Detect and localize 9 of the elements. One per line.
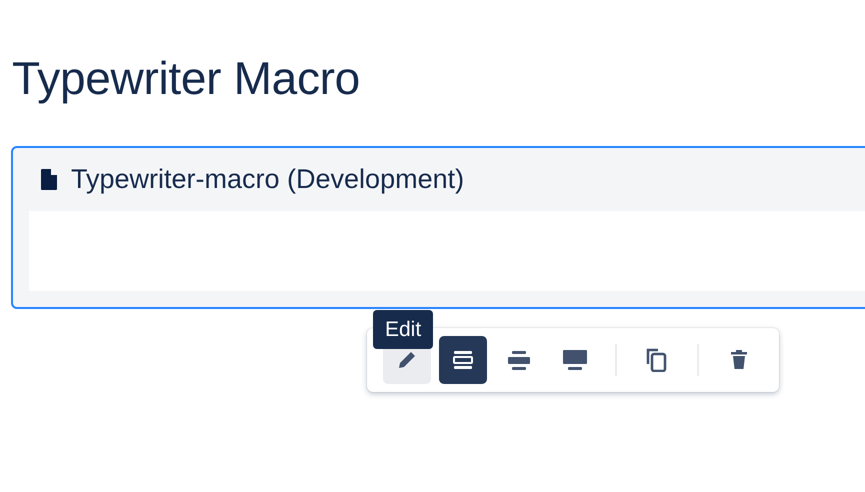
full-width-layout-icon bbox=[562, 348, 588, 372]
layout-narrow-button[interactable] bbox=[439, 336, 487, 384]
narrow-layout-icon bbox=[450, 348, 476, 372]
document-icon bbox=[41, 169, 57, 190]
macro-block[interactable]: Typewriter-macro (Development) bbox=[11, 146, 865, 309]
tooltip: Edit bbox=[373, 310, 434, 349]
page-title: Typewriter Macro bbox=[12, 51, 361, 106]
wide-layout-icon bbox=[506, 348, 532, 372]
macro-title: Typewriter-macro (Development) bbox=[71, 164, 464, 195]
